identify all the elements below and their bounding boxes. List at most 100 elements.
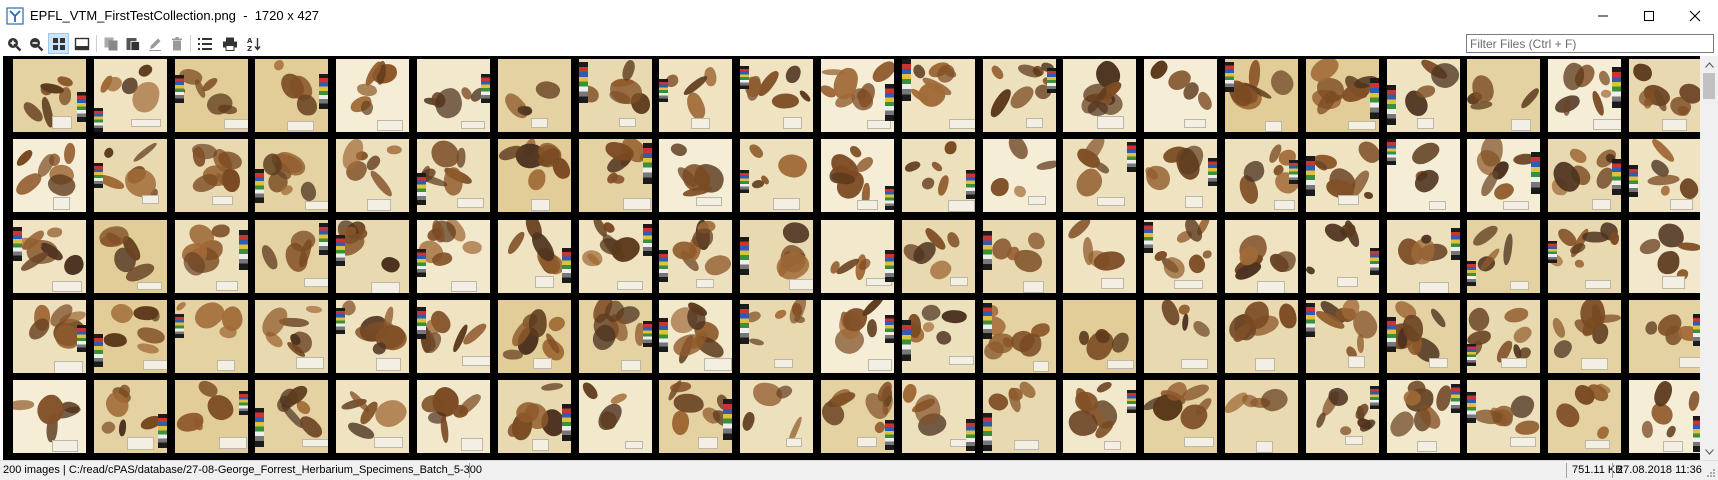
thumbnail-item[interactable] xyxy=(1387,380,1460,453)
thumbnail-item[interactable] xyxy=(579,139,652,212)
thumbnail-item[interactable] xyxy=(336,139,409,212)
thumbnail-item[interactable] xyxy=(94,380,167,453)
thumbnail-item[interactable] xyxy=(983,300,1056,373)
thumbnail-item[interactable] xyxy=(740,380,813,453)
thumbnail-item[interactable] xyxy=(902,380,975,453)
thumbnail-item[interactable] xyxy=(1306,380,1379,453)
thumbnail-item[interactable] xyxy=(1306,300,1379,373)
thumbnail-item[interactable] xyxy=(498,220,571,293)
thumbnail-item[interactable] xyxy=(1225,300,1298,373)
thumbnail-item[interactable] xyxy=(902,139,975,212)
vertical-scrollbar[interactable] xyxy=(1700,56,1718,460)
close-button[interactable] xyxy=(1672,0,1718,31)
thumbnail-item[interactable] xyxy=(1225,59,1298,132)
thumbnail-item[interactable] xyxy=(902,300,975,373)
thumbnail-item[interactable] xyxy=(983,220,1056,293)
maximize-button[interactable] xyxy=(1626,0,1672,31)
thumbnail-item[interactable] xyxy=(659,59,732,132)
thumbnail-item[interactable] xyxy=(821,139,894,212)
thumbnail-item[interactable] xyxy=(821,300,894,373)
thumbnail-item[interactable] xyxy=(94,220,167,293)
thumbnail-item[interactable] xyxy=(579,300,652,373)
thumbnail-item[interactable] xyxy=(13,220,86,293)
thumbnail-item[interactable] xyxy=(740,139,813,212)
minimize-button[interactable] xyxy=(1580,0,1626,31)
thumbnail-item[interactable] xyxy=(1387,59,1460,132)
thumbnail-item[interactable] xyxy=(1629,139,1700,212)
thumbnail-item[interactable] xyxy=(821,380,894,453)
thumbnail-item[interactable] xyxy=(13,380,86,453)
thumbnail-item[interactable] xyxy=(902,59,975,132)
thumbnail-item[interactable] xyxy=(255,380,328,453)
thumbnail-item[interactable] xyxy=(1063,59,1136,132)
thumbnail-item[interactable] xyxy=(94,59,167,132)
thumbnail-item[interactable] xyxy=(175,300,248,373)
thumbnail-item[interactable] xyxy=(1548,380,1621,453)
thumbnail-item[interactable] xyxy=(1467,220,1540,293)
thumbnail-item[interactable] xyxy=(1225,380,1298,453)
thumbnail-item[interactable] xyxy=(1306,139,1379,212)
thumbnail-item[interactable] xyxy=(1144,139,1217,212)
thumbnail-item[interactable] xyxy=(1629,220,1700,293)
thumbnail-item[interactable] xyxy=(94,139,167,212)
thumbnail-item[interactable] xyxy=(821,59,894,132)
thumbnail-item[interactable] xyxy=(1629,380,1700,453)
zoom-in-button[interactable] xyxy=(3,33,24,54)
thumbnail-item[interactable] xyxy=(336,300,409,373)
thumbnail-item[interactable] xyxy=(1063,220,1136,293)
thumbnail-item[interactable] xyxy=(579,220,652,293)
thumbnail-item[interactable] xyxy=(255,220,328,293)
thumbnail-item[interactable] xyxy=(175,59,248,132)
paste-button[interactable] xyxy=(122,33,143,54)
scrollbar-thumb[interactable] xyxy=(1703,73,1715,99)
thumbnail-item[interactable] xyxy=(740,300,813,373)
thumbnail-item[interactable] xyxy=(1225,139,1298,212)
thumbnail-item[interactable] xyxy=(1306,220,1379,293)
thumbnail-item[interactable] xyxy=(579,380,652,453)
zoom-out-button[interactable] xyxy=(25,33,46,54)
thumbnail-item[interactable] xyxy=(417,220,490,293)
thumbnail-item[interactable] xyxy=(13,139,86,212)
thumbnail-item[interactable] xyxy=(336,59,409,132)
thumbnail-item[interactable] xyxy=(417,59,490,132)
thumbnail-item[interactable] xyxy=(1144,300,1217,373)
thumbnail-item[interactable] xyxy=(740,220,813,293)
thumbnail-item[interactable] xyxy=(175,220,248,293)
thumbnail-item[interactable] xyxy=(579,59,652,132)
thumbnail-item[interactable] xyxy=(417,139,490,212)
thumbnail-item[interactable] xyxy=(1467,139,1540,212)
thumbnail-item[interactable] xyxy=(1629,300,1700,373)
thumbnail-item[interactable] xyxy=(255,300,328,373)
thumbnail-item[interactable] xyxy=(1629,59,1700,132)
thumbnail-item[interactable] xyxy=(821,220,894,293)
thumbnail-view-button[interactable] xyxy=(48,33,69,54)
copy-button[interactable] xyxy=(100,33,121,54)
sort-button[interactable]: AZ xyxy=(243,33,264,54)
thumbnail-item[interactable] xyxy=(659,300,732,373)
thumbnail-item[interactable] xyxy=(1063,300,1136,373)
thumbnail-item[interactable] xyxy=(1387,300,1460,373)
thumbnail-item[interactable] xyxy=(13,59,86,132)
thumbnail-item[interactable] xyxy=(983,59,1056,132)
print-button[interactable] xyxy=(219,33,240,54)
thumbnail-item[interactable] xyxy=(1063,139,1136,212)
thumbnail-item[interactable] xyxy=(659,380,732,453)
thumbnail-item[interactable] xyxy=(1225,220,1298,293)
thumbnail-item[interactable] xyxy=(902,220,975,293)
thumbnail-item[interactable] xyxy=(1387,139,1460,212)
scroll-up-button[interactable] xyxy=(1700,56,1718,73)
thumbnail-item[interactable] xyxy=(1387,220,1460,293)
thumbnail-item[interactable] xyxy=(1306,59,1379,132)
thumbnail-item[interactable] xyxy=(175,139,248,212)
thumbnail-item[interactable] xyxy=(1548,300,1621,373)
thumbnail-item[interactable] xyxy=(498,59,571,132)
scroll-down-button[interactable] xyxy=(1700,443,1718,460)
thumbnail-item[interactable] xyxy=(1548,139,1621,212)
thumbnail-item[interactable] xyxy=(1063,380,1136,453)
thumbnail-item[interactable] xyxy=(13,300,86,373)
filter-files-input[interactable] xyxy=(1466,34,1714,53)
thumbnail-item[interactable] xyxy=(1467,59,1540,132)
thumbnail-item[interactable] xyxy=(498,300,571,373)
thumbnail-item[interactable] xyxy=(94,300,167,373)
thumbnail-item[interactable] xyxy=(1144,380,1217,453)
